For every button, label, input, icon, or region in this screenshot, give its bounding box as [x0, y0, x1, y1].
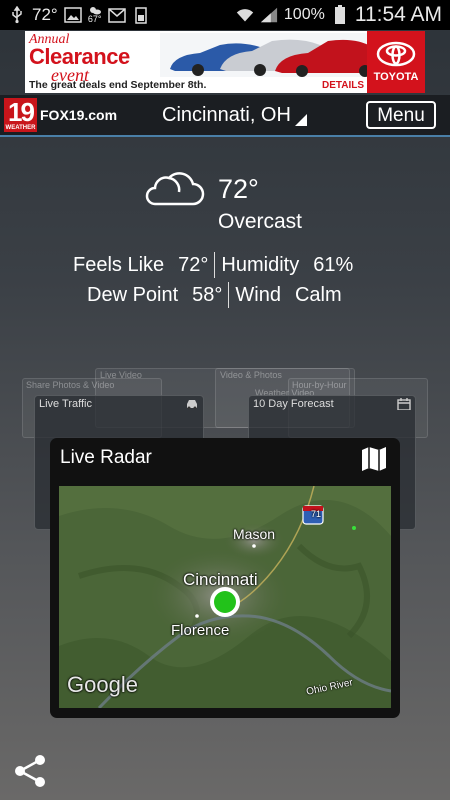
logo-number: 19	[8, 97, 35, 127]
card-10-day-title: 10 Day Forecast	[253, 398, 334, 410]
mason-label: Mason	[233, 526, 276, 542]
ad-cars-image	[160, 33, 385, 77]
fox19-logo[interactable]: 19 WEATHER FOX19.com	[4, 98, 117, 132]
feels-like-value: 72°	[178, 253, 209, 276]
car-icon	[187, 400, 197, 410]
stats-row-2: Dew Point 58° Wind Calm	[87, 280, 342, 310]
dew-point-value: 58°	[192, 283, 223, 306]
ad-line-clearance: Clearance	[29, 44, 130, 69]
logo-text: FOX19.com	[40, 107, 118, 123]
humidity-label: Humidity	[221, 253, 300, 276]
ad-brand-name: TOYOTA	[373, 71, 419, 83]
weather-icon: 67°	[88, 6, 102, 24]
feels-like-label: Feels Like	[73, 253, 165, 276]
clock: 11:54 AM	[354, 3, 442, 26]
storage-icon	[132, 6, 150, 24]
stats-row-1: Feels Like 72° Humidity 61%	[73, 250, 353, 280]
interstate-71-label: 71	[311, 509, 322, 519]
logo-sub: WEATHER	[5, 125, 36, 131]
battery-icon	[331, 5, 349, 24]
status-weather-temp: 67°	[87, 14, 102, 24]
wind-value: Calm	[294, 283, 342, 306]
ad-tagline: The great deals end September 8th.	[29, 79, 207, 91]
signal-icon	[260, 6, 278, 24]
wifi-icon	[236, 6, 254, 24]
location-marker-icon[interactable]	[209, 586, 241, 618]
app-header: 19 WEATHER FOX19.com Cincinnati, OH Menu	[0, 95, 450, 137]
ad-headline: Annual Clearance event	[29, 33, 159, 85]
location-name: Cincinnati, OH	[162, 104, 291, 126]
menu-button[interactable]: Menu	[366, 101, 436, 129]
card-live-traffic-title: Live Traffic	[39, 398, 92, 410]
google-logo: Google	[67, 672, 138, 697]
share-icon[interactable]	[12, 753, 48, 789]
ad-details-link[interactable]: DETAILS >	[322, 80, 373, 91]
location-selector[interactable]: Cincinnati, OH	[162, 104, 307, 127]
usb-icon	[8, 6, 26, 24]
battery-percent: 100%	[283, 6, 325, 23]
card-video-photos-label: Video & Photos	[220, 370, 282, 380]
current-temp: 72°	[218, 174, 259, 204]
map-icon[interactable]	[361, 446, 387, 472]
dropdown-triangle-icon	[294, 113, 307, 126]
humidity-value: 61%	[313, 253, 354, 276]
radar-title: Live Radar	[60, 447, 152, 468]
toyota-emblem-icon	[376, 41, 416, 67]
florence-label: Florence	[171, 622, 230, 639]
image-icon	[63, 6, 82, 24]
card-share-photos-label: Share Photos & Video	[26, 380, 115, 390]
stats-divider	[228, 282, 230, 308]
calendar-icon	[397, 398, 411, 410]
stats-divider	[214, 252, 216, 278]
status-temp: 72°	[32, 5, 58, 24]
toyota-logo: TOYOTA	[367, 31, 425, 93]
logo-badge: 19 WEATHER	[4, 98, 37, 132]
live-radar-card[interactable]: Live Radar 71 Mason Cincinnati Florence …	[50, 438, 400, 718]
gmail-icon	[107, 6, 126, 24]
dew-point-label: Dew Point	[87, 283, 179, 306]
wind-label: Wind	[235, 283, 281, 306]
status-bar: 72° 67° 100% 11:54 AM	[0, 0, 450, 30]
radar-map[interactable]: 71 Mason Cincinnati Florence Google Ohio…	[59, 485, 392, 710]
ad-banner[interactable]: Annual Clearance event The great deals e…	[25, 31, 425, 93]
condition-description: Overcast	[218, 210, 303, 233]
cloud-icon	[145, 172, 205, 206]
